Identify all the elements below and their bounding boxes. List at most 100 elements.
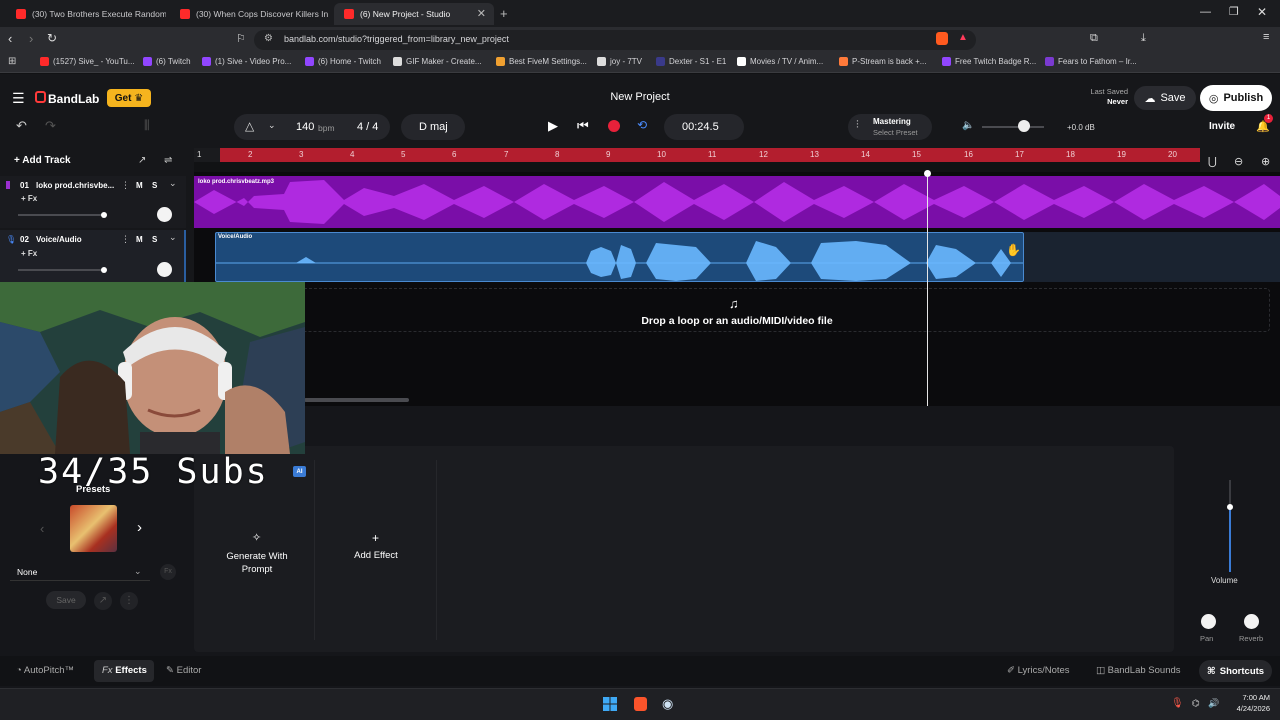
hamburger-menu-icon[interactable]: ☰ bbox=[12, 90, 25, 107]
close-tab-icon[interactable]: ✕ bbox=[477, 7, 486, 20]
playhead-handle[interactable] bbox=[924, 170, 931, 177]
audio-region-selected[interactable] bbox=[215, 232, 1024, 282]
track-volume-slider[interactable] bbox=[18, 269, 106, 271]
mute-button[interactable]: M bbox=[136, 181, 143, 190]
record-icon[interactable] bbox=[608, 120, 620, 132]
add-fx-button[interactable]: + Fx bbox=[21, 194, 37, 203]
brave-rewards-icon[interactable]: ▲ bbox=[958, 32, 968, 43]
network-icon[interactable]: ⌬ bbox=[1192, 698, 1200, 709]
chevron-right-icon[interactable]: › bbox=[137, 519, 142, 536]
url-field[interactable]: ⚙ bandlab.com/studio?triggered_from=libr… bbox=[254, 30, 976, 50]
mute-button[interactable]: M bbox=[136, 235, 143, 244]
forward-icon[interactable]: › bbox=[29, 31, 33, 46]
get-membership-button[interactable]: Get ♛ bbox=[107, 89, 151, 107]
audio-region[interactable] bbox=[194, 176, 1280, 228]
effects-tab[interactable]: Fx Effects bbox=[102, 665, 147, 676]
browser-tab-active[interactable]: (6) New Project - Studio ✕ bbox=[334, 3, 494, 25]
loop-icon[interactable]: ⟲ bbox=[637, 118, 647, 132]
save-preset-button[interactable]: Save bbox=[46, 591, 86, 609]
brave-browser-icon[interactable] bbox=[634, 697, 647, 711]
track-pan-knob[interactable] bbox=[157, 207, 172, 222]
horizontal-scrollbar[interactable] bbox=[304, 398, 409, 402]
empty-lane[interactable] bbox=[1024, 232, 1280, 282]
project-title[interactable]: New Project bbox=[540, 91, 740, 103]
browser-tab[interactable]: (30) When Cops Discover Killers In Th bbox=[170, 3, 330, 25]
bookmark-item[interactable]: P-Stream is back +... bbox=[839, 57, 926, 66]
speaker-icon[interactable]: 🔈 bbox=[962, 120, 974, 131]
menu-icon[interactable]: ≡ bbox=[1263, 31, 1269, 43]
share-icon[interactable]: ↗ bbox=[94, 592, 112, 610]
track-name[interactable]: loko prod.chrisvbe... bbox=[36, 181, 114, 190]
generate-with-prompt-button[interactable]: Generate With Prompt bbox=[220, 550, 294, 576]
master-volume-slider[interactable] bbox=[982, 126, 1044, 128]
microphone-icon[interactable]: 🎙 bbox=[1171, 698, 1184, 709]
bookmark-item[interactable]: joy - 7TV bbox=[597, 57, 642, 66]
extensions-icon[interactable]: ⧉ bbox=[1090, 32, 1098, 45]
bookmark-item[interactable]: (6) Home - Twitch bbox=[305, 57, 381, 66]
editor-tab[interactable]: ✎ Editor bbox=[166, 665, 201, 676]
invite-button[interactable]: Invite bbox=[1209, 121, 1235, 132]
pan-knob[interactable] bbox=[1201, 614, 1216, 629]
zoom-out-icon[interactable]: ⊖ bbox=[1234, 155, 1243, 168]
bookmark-item[interactable]: (1) Sive - Video Pro... bbox=[202, 57, 291, 66]
undo-icon[interactable]: ↶ bbox=[16, 118, 27, 134]
lyrics-notes-tab[interactable]: ✐ Lyrics/Notes bbox=[1007, 665, 1070, 676]
automation-icon[interactable]: ↗ bbox=[138, 155, 146, 166]
fx-toggle-icon[interactable]: Fx bbox=[160, 564, 176, 580]
bookmark-item[interactable]: Free Twitch Badge R... bbox=[942, 57, 1036, 66]
chevron-down-icon[interactable]: ⌄ bbox=[169, 232, 177, 243]
bookmark-item[interactable]: Fears to Fathom – Ir... bbox=[1045, 57, 1137, 66]
autopitch-tab[interactable]: ◔ AutoPitch™ bbox=[16, 665, 74, 676]
apps-grid-icon[interactable]: ⊞ bbox=[8, 56, 16, 67]
add-effect-button[interactable]: Add Effect bbox=[346, 550, 406, 561]
metronome-icon[interactable]: △ bbox=[245, 119, 254, 133]
chevron-down-icon[interactable]: ⌄ bbox=[134, 566, 142, 577]
shortcuts-button[interactable]: ⌘ Shortcuts bbox=[1199, 660, 1272, 682]
windows-start-icon[interactable] bbox=[603, 697, 617, 711]
chevron-left-icon[interactable]: ‹ bbox=[40, 521, 44, 536]
back-icon[interactable]: ‹ bbox=[8, 31, 12, 46]
track-options-icon[interactable]: ⇌ bbox=[164, 155, 172, 166]
preset-thumbnail[interactable] bbox=[70, 505, 117, 552]
browser-tab[interactable]: (30) Two Brothers Execute Random G bbox=[6, 3, 166, 25]
publish-button[interactable]: ◎ Publish bbox=[1200, 85, 1272, 111]
chevron-down-icon[interactable]: ⌄ bbox=[268, 120, 276, 131]
bookmark-item[interactable]: Best FiveM Settings... bbox=[496, 57, 587, 66]
mixer-icon[interactable]: ⫼ bbox=[144, 118, 150, 133]
bookmark-item[interactable]: GIF Maker - Create... bbox=[393, 57, 482, 66]
system-clock[interactable]: 7:00 AM 4/24/2026 bbox=[1220, 692, 1270, 714]
track-name[interactable]: Voice/Audio bbox=[36, 235, 114, 244]
track-volume-thumb[interactable] bbox=[101, 267, 107, 273]
download-icon[interactable]: ⤓ bbox=[1141, 32, 1146, 45]
track-volume-thumb[interactable] bbox=[101, 212, 107, 218]
brave-shield-icon[interactable] bbox=[936, 32, 948, 45]
reload-icon[interactable]: ↻ bbox=[47, 31, 57, 45]
bookmark-icon[interactable]: ⚐ bbox=[236, 32, 246, 45]
more-options-icon[interactable]: ⋮ bbox=[120, 592, 138, 610]
save-button[interactable]: ☁ Save bbox=[1134, 86, 1196, 110]
skip-back-icon[interactable]: ⏮ bbox=[577, 118, 589, 134]
minimize-icon[interactable]: — bbox=[1200, 6, 1211, 18]
new-tab-icon[interactable]: + bbox=[500, 6, 508, 21]
tempo-value[interactable]: 140 bbox=[296, 121, 314, 133]
solo-button[interactable]: S bbox=[152, 235, 157, 244]
speaker-icon[interactable]: 🔊 bbox=[1208, 698, 1219, 709]
magnet-icon[interactable]: ⋃ bbox=[1208, 155, 1217, 168]
key-value[interactable]: D maj bbox=[419, 121, 448, 133]
add-track-button[interactable]: + Add Track bbox=[14, 155, 71, 166]
zoom-in-icon[interactable]: ⊕ bbox=[1261, 155, 1270, 168]
more-options-icon[interactable]: ⋮ bbox=[121, 180, 130, 191]
redo-icon[interactable]: ↷ bbox=[45, 118, 56, 134]
close-window-icon[interactable]: ✕ bbox=[1257, 5, 1267, 19]
bookmark-item[interactable]: Movies / TV / Anim... bbox=[737, 57, 823, 66]
bookmark-item[interactable]: Dexter - S1 - E1 bbox=[656, 57, 726, 66]
site-settings-icon[interactable]: ⚙ bbox=[264, 33, 273, 44]
master-volume-thumb[interactable] bbox=[1018, 120, 1030, 132]
bookmark-item[interactable]: (6) Twitch bbox=[143, 57, 191, 66]
bandlab-sounds-tab[interactable]: ◫ BandLab Sounds bbox=[1096, 665, 1181, 676]
steam-icon[interactable]: ◉ bbox=[662, 696, 673, 712]
bookmark-item[interactable]: (1527) Sive_ - YouTu... bbox=[40, 57, 135, 66]
chevron-down-icon[interactable]: ⌄ bbox=[169, 178, 177, 189]
playhead[interactable] bbox=[927, 172, 928, 406]
solo-button[interactable]: S bbox=[152, 181, 157, 190]
